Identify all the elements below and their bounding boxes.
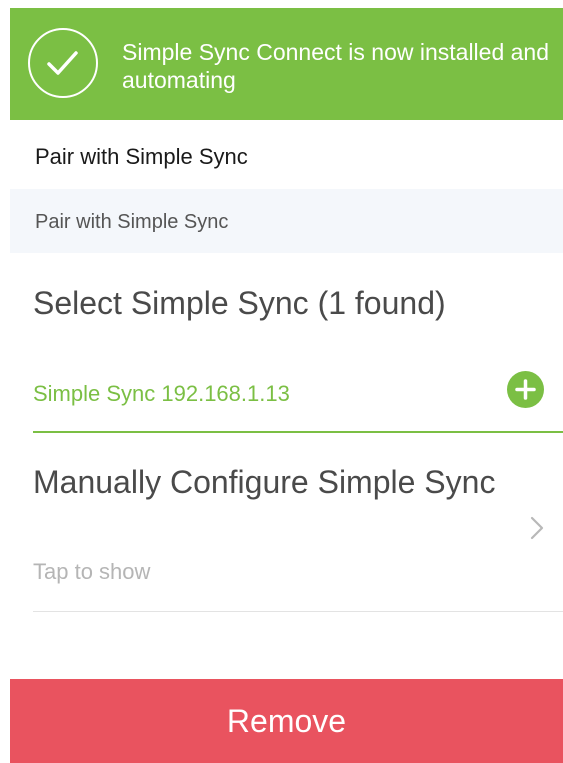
page-title: Pair with Simple Sync (35, 144, 248, 169)
section-header-label: Pair with Simple Sync (35, 211, 229, 233)
manual-configure-title: Manually Configure Simple Sync (33, 464, 496, 500)
section-header: Pair with Simple Sync (10, 189, 563, 253)
add-device-button[interactable] (507, 371, 544, 408)
checkmark-circle-icon (28, 28, 98, 98)
smartapp-pairing-page: Simple Sync Connect is now installed and… (10, 8, 563, 763)
found-device-label[interactable]: Simple Sync 192.168.1.13 (33, 381, 290, 407)
install-success-banner: Simple Sync Connect is now installed and… (10, 8, 563, 120)
row-divider (33, 611, 563, 612)
manual-configure-subtitle: Tap to show (33, 559, 151, 584)
selected-input-underline (33, 431, 563, 433)
banner-message: Simple Sync Connect is now installed and… (122, 39, 550, 93)
plus-icon (515, 379, 536, 400)
chevron-right-icon (530, 516, 544, 540)
remove-button[interactable]: Remove (10, 679, 563, 763)
select-device-title: Select Simple Sync (1 found) (33, 285, 446, 321)
manual-configure-row[interactable]: Manually Configure Simple Sync Tap to sh… (10, 448, 563, 608)
